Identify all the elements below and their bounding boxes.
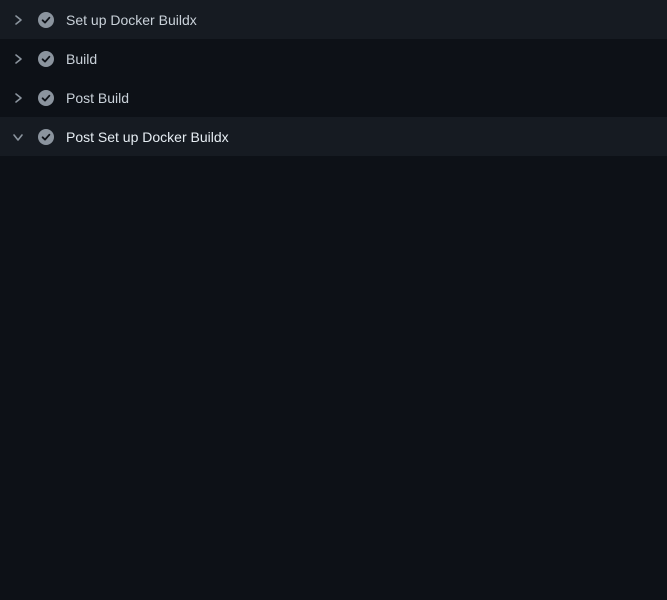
step-header-build[interactable]: Build [0, 39, 667, 78]
step-header-set-up-docker-buildx[interactable]: Set up Docker Buildx [0, 0, 667, 39]
step-header-post-build[interactable]: Post Build [0, 78, 667, 117]
log-line: 9 time="2021-04-23T18:02:37Z" level=warn… [0, 350, 667, 370]
log-line: 19 time="2021-04-23T18:02:38Z" level=deb… [0, 550, 667, 570]
log-line: 4 time="2021-04-23T18:02:37Z" level=info… [0, 230, 667, 250]
check-circle-icon [38, 129, 54, 145]
log-line: application/vnd.oci.image.index.v1+json,… [0, 570, 667, 590]
step-label: Post Set up Docker Buildx [66, 129, 229, 145]
step-header-post-set-up-docker-buildx[interactable]: Post Set up Docker Buildx [0, 117, 667, 156]
log-line: linux/riscv64 linux/ppc64le linux/s390x … [0, 290, 667, 310]
log-line: 7 time="2021-04-23T18:02:37Z" level=warn… [0, 310, 667, 330]
steps-list: Set up Docker Buildx Build Post Buil [0, 0, 667, 156]
log-line: 10 time="2021-04-23T18:02:37Z" level=inf… [0, 370, 667, 390]
chevron-right-icon[interactable] [12, 53, 24, 65]
log-line: 15 time="2021-04-23T18:02:38Z" level=deb… [0, 470, 667, 490]
log-line: 5 time="2021-04-23T18:02:37Z" level=warn… [0, 250, 667, 270]
log-line: 3 /usr/bin/docker logs buildx_buildkit_b… [0, 210, 667, 230]
log-line: 16 time="2021-04-23T18:02:38Z" level=deb… [0, 490, 667, 510]
log-line: 2 ▼ BuildKit container logs [0, 190, 667, 210]
actions-log-viewer: Set up Docker Buildx Build Post Buil [0, 0, 667, 600]
chevron-right-icon[interactable] [12, 14, 24, 26]
log-line: 12 time="2021-04-23T18:02:38Z" level=deb… [0, 410, 667, 430]
log-line: 6 time="2021-04-23T18:02:37Z" level=info… [0, 270, 667, 290]
log-line: 1 Post job cleanup. [0, 170, 667, 190]
check-circle-icon [38, 90, 54, 106]
step-label: Build [66, 51, 97, 67]
log-line: 8 time="2021-04-23T18:02:37Z" level=info… [0, 330, 667, 350]
log-line: 11 time="2021-04-23T18:02:38Z" level=deb… [0, 390, 667, 410]
log-line: 14 time="2021-04-23T18:02:38Z" level=deb… [0, 450, 667, 470]
log-line: 20 time="2021-04-23T18:02:38Z" level=deb… [0, 590, 667, 600]
log-line: 17 time="2021-04-23T18:02:38Z" level=deb… [0, 510, 667, 530]
log-area: 1 Post job cleanup. 2 ▼ BuildKit contain… [0, 156, 667, 600]
check-circle-icon [38, 51, 54, 67]
log-line: 18 time="2021-04-23T18:02:38Z" level=deb… [0, 530, 667, 550]
chevron-down-icon[interactable] [12, 131, 24, 143]
step-label: Post Build [66, 90, 129, 106]
chevron-right-icon[interactable] [12, 92, 24, 104]
check-circle-icon [38, 12, 54, 28]
log-line: 13 time="2021-04-23T18:02:38Z" level=deb… [0, 430, 667, 450]
step-label: Set up Docker Buildx [66, 12, 197, 28]
